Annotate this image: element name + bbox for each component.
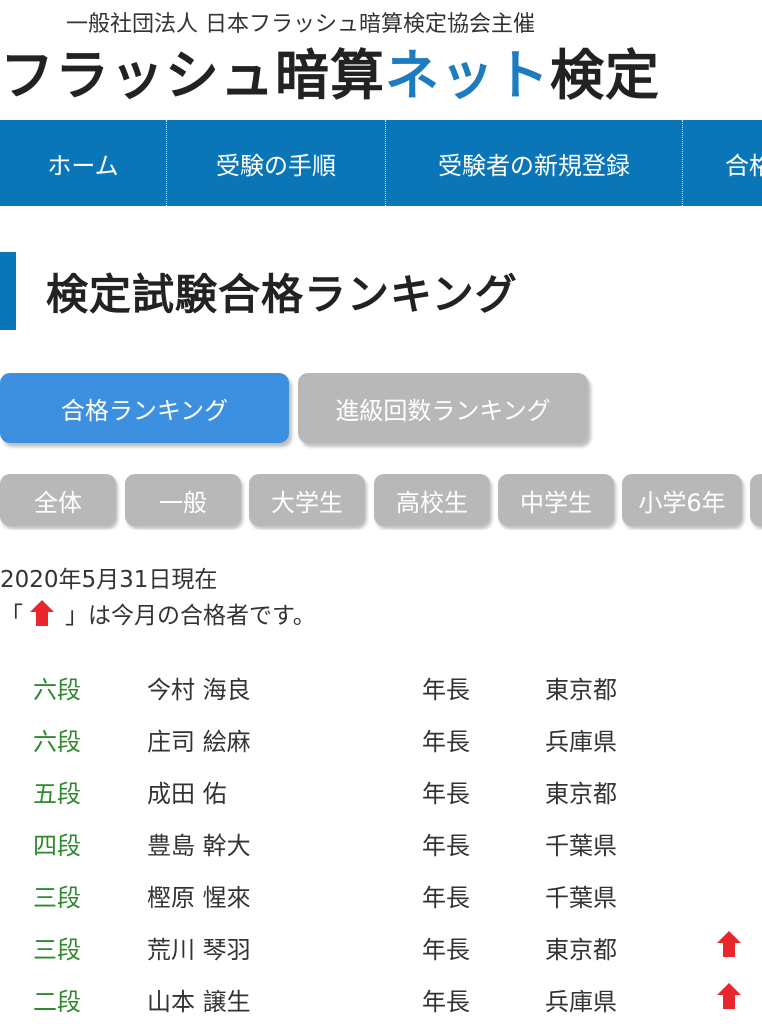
ranking-row: 五段 成田 佑 年長 東京都 [0, 764, 762, 816]
brand-part-3: 検定 [550, 43, 660, 107]
examinee-name: 成田 佑 [147, 780, 227, 808]
filter-high-school[interactable]: 高校生 [374, 474, 490, 526]
note-open-quote: 「 [0, 603, 23, 629]
nav-item-home[interactable]: ホーム [0, 120, 167, 206]
filter-university[interactable]: 大学生 [249, 474, 365, 526]
examinee-age-group: 年長 [422, 884, 470, 912]
examinee-age-group: 年長 [422, 728, 470, 756]
red-up-arrow-icon [30, 600, 54, 626]
ranking-row: 六段 今村 海良 年長 東京都 [0, 660, 762, 712]
ranking-list: 六段 今村 海良 年長 東京都 六段 庄司 絵麻 年長 兵庫県 五段 成田 佑年長 東京都 四段 豊島 … [0, 660, 762, 1024]
category-filters: 全体 一般 大学生 高校生 中学生 小学6年 [0, 474, 762, 530]
brand-part-1: フラッシュ暗算 [0, 43, 385, 107]
ranking-row: 三段 荒川 琴羽 年長 東京都 [0, 920, 762, 972]
examinee-prefecture: 兵庫県 [545, 728, 617, 756]
examinee-name: 荒川 琴羽 [147, 936, 251, 964]
new-passer-note: 「 」は今月の合格者です。 [0, 596, 316, 630]
examinee-age-group: 年長 [422, 832, 470, 860]
organizer-text: 一般社団法人 日本フラッシュ暗算検定協会主催 [66, 12, 535, 37]
page: 一般社団法人 日本フラッシュ暗算検定協会主催 フラッシュ暗算ネット検定 ホーム … [0, 0, 762, 1024]
ranking-row: 三段 樫原 惺來 年長 千葉県 [0, 868, 762, 920]
rank-grade: 六段 [33, 728, 81, 756]
rank-grade: 三段 [33, 884, 81, 912]
examinee-prefecture: 兵庫県 [545, 988, 617, 1016]
nav-item-passed[interactable]: 合格 [683, 120, 762, 206]
rank-grade: 三段 [33, 936, 81, 964]
rank-grade: 四段 [33, 832, 81, 860]
filter-junior-high[interactable]: 中学生 [498, 474, 614, 526]
examinee-prefecture: 東京都 [545, 676, 617, 704]
examinee-name: 豊島 幹大 [147, 832, 251, 860]
examinee-age-group: 年長 [422, 780, 470, 808]
title-accent-bar [0, 252, 16, 330]
nav-item-exam-procedure[interactable]: 受験の手順 [167, 120, 386, 206]
examinee-age-group: 年長 [422, 936, 470, 964]
red-up-arrow-icon [714, 980, 744, 1018]
filter-general[interactable]: 一般 [125, 474, 241, 526]
rank-grade: 二段 [33, 988, 81, 1016]
nav-item-new-registration[interactable]: 受験者の新規登録 [386, 120, 683, 206]
examinee-prefecture: 東京都 [545, 936, 617, 964]
tab-promotion-ranking[interactable]: 進級回数ランキング [298, 373, 588, 443]
ranking-row: 六段 庄司 絵麻 年長 兵庫県 [0, 712, 762, 764]
examinee-name: 山本 譲生 [147, 988, 251, 1016]
examinee-age-group: 年長 [422, 676, 470, 704]
tab-pass-ranking[interactable]: 合格ランキング [0, 373, 289, 443]
examinee-name: 今村 海良 [147, 676, 251, 704]
brand-accent: ネット [385, 43, 550, 107]
red-up-arrow-icon [714, 928, 744, 966]
rank-grade: 五段 [33, 780, 81, 808]
as-of-date: 2020年5月31日現在 [0, 567, 218, 593]
note-text: 」は今月の合格者です。 [65, 603, 316, 629]
site-logo-title[interactable]: フラッシュ暗算ネット検定 [0, 40, 660, 110]
examinee-prefecture: 東京都 [545, 780, 617, 808]
ranking-row: 二段 山本 譲生 年長 兵庫県 [0, 972, 762, 1024]
rank-grade: 六段 [33, 676, 81, 704]
main-nav: ホーム 受験の手順 受験者の新規登録 合格 [0, 120, 762, 206]
examinee-prefecture: 千葉県 [545, 832, 617, 860]
page-title-block: 検定試験合格ランキング [0, 252, 518, 330]
filter-grade6[interactable]: 小学6年 [622, 474, 742, 526]
examinee-age-group: 年長 [422, 988, 470, 1016]
filter-all[interactable]: 全体 [0, 474, 116, 526]
page-title: 検定試験合格ランキング [46, 269, 518, 319]
examinee-name: 樫原 惺來 [147, 884, 251, 912]
filter-next[interactable] [750, 474, 762, 526]
ranking-row: 四段 豊島 幹大 年長 千葉県 [0, 816, 762, 868]
examinee-prefecture: 千葉県 [545, 884, 617, 912]
examinee-name: 庄司 絵麻 [147, 728, 251, 756]
